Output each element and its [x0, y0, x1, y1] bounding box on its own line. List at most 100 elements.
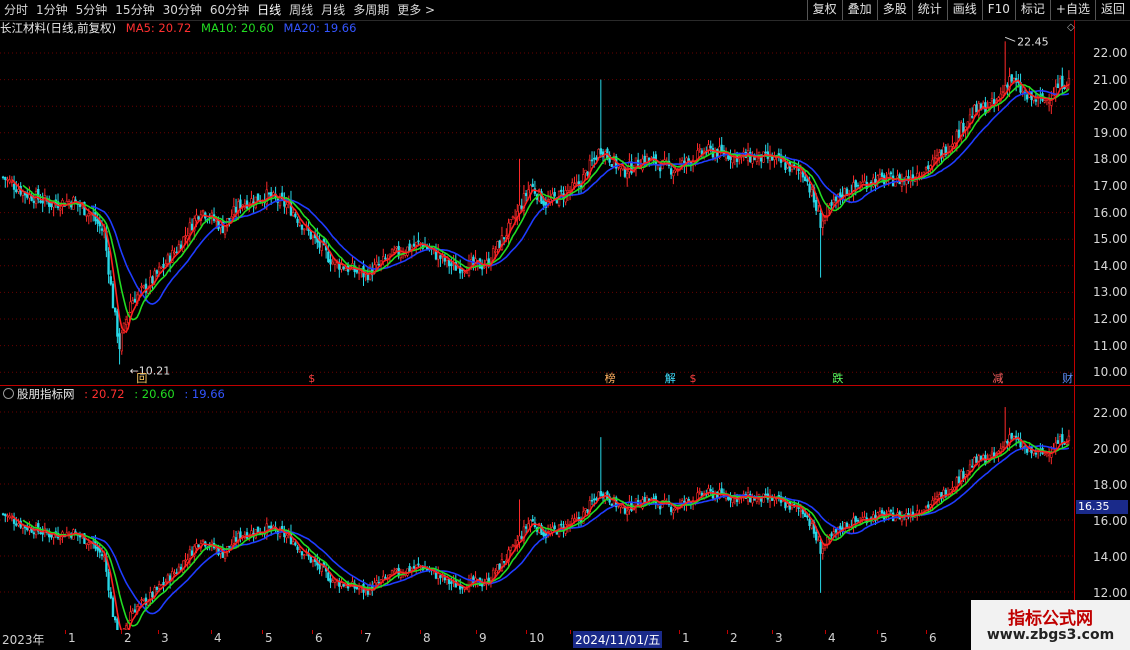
date-tick: [727, 630, 728, 634]
candle: [819, 205, 822, 278]
date-label: 1: [682, 631, 690, 645]
event-marker[interactable]: $: [690, 372, 697, 384]
candle: [810, 521, 813, 530]
tool-button-0[interactable]: 复权: [806, 0, 842, 20]
candle: [12, 512, 16, 531]
candle: [61, 530, 64, 543]
candle: [1050, 446, 1053, 465]
candle: [999, 87, 1002, 103]
candle: [863, 173, 866, 183]
candle: [1056, 74, 1060, 89]
candle: [107, 247, 110, 284]
period-tab-5[interactable]: 60分钟: [206, 0, 253, 20]
candle: [129, 605, 132, 621]
candle: [905, 508, 908, 527]
high-arrow-icon: [1004, 36, 1016, 42]
date-tick: [570, 630, 571, 634]
candle: [716, 148, 719, 163]
candle: [294, 541, 297, 547]
indicator-chart[interactable]: [0, 402, 1074, 630]
candle: [916, 504, 919, 521]
candle: [179, 240, 183, 250]
indicator-settings-icon[interactable]: [3, 388, 14, 399]
ma10-value: MA10: 20.60: [201, 21, 274, 35]
period-tab-7[interactable]: 周线: [285, 0, 317, 20]
period-tab-6[interactable]: 日线: [253, 0, 285, 20]
candle: [511, 543, 515, 548]
collapse-icon[interactable]: ◇: [1067, 22, 1075, 33]
axis-tick: 15.00: [1093, 232, 1128, 247]
period-tab-9[interactable]: 多周期: [349, 0, 393, 20]
candle: [1030, 446, 1033, 459]
date-label: 2024/11/01/五: [573, 631, 663, 648]
candle: [437, 244, 440, 268]
candle: [698, 143, 701, 153]
date-tick: [476, 630, 477, 634]
candle: [267, 191, 271, 198]
candle: [283, 192, 286, 214]
candle: [604, 149, 607, 165]
candle: [375, 254, 378, 269]
candle: [48, 528, 51, 543]
candle: [467, 254, 471, 278]
tool-button-3[interactable]: 统计: [911, 0, 947, 20]
candle: [865, 175, 868, 193]
date-label: 4: [828, 631, 836, 645]
axis-tick: 12.00: [1093, 312, 1128, 326]
tool-button-1[interactable]: 叠加: [841, 0, 877, 20]
candle: [819, 536, 822, 593]
period-tab-4[interactable]: 30分钟: [159, 0, 206, 20]
tool-button-7[interactable]: +自选: [1049, 0, 1095, 20]
candle: [296, 544, 299, 554]
event-marker[interactable]: 回: [136, 372, 147, 384]
candle: [37, 520, 40, 535]
candle: [439, 574, 442, 585]
tool-button-6[interactable]: 标记: [1014, 0, 1050, 20]
date-tick: [420, 630, 421, 634]
period-tab-0[interactable]: 分时: [0, 0, 32, 20]
period-tab-3[interactable]: 15分钟: [111, 0, 158, 20]
tool-button-5[interactable]: F10: [981, 0, 1015, 20]
candle: [324, 563, 328, 578]
event-marker[interactable]: 财: [1062, 371, 1073, 384]
candle: [924, 505, 928, 510]
candle: [160, 266, 163, 270]
candle: [773, 151, 776, 168]
tool-button-8[interactable]: 返回: [1094, 0, 1130, 20]
candle: [41, 526, 44, 542]
event-marker[interactable]: 解: [665, 371, 676, 384]
candle: [619, 505, 622, 514]
date-label: 1: [68, 631, 76, 645]
price-chart[interactable]: 22.45←10.21回 $ 榜解 $ 跌减财: [0, 36, 1074, 384]
candle: [232, 530, 236, 545]
period-tab-2[interactable]: 5分钟: [72, 0, 112, 20]
candle: [916, 165, 919, 186]
tool-button-2[interactable]: 多股: [876, 0, 912, 20]
candle: [615, 153, 618, 175]
candle: [384, 253, 387, 261]
candle: [342, 583, 345, 588]
candle: [793, 499, 796, 508]
candle: [395, 568, 398, 573]
candle: [61, 198, 64, 215]
candle: [302, 554, 306, 560]
event-marker[interactable]: 跌: [832, 371, 843, 384]
event-marker[interactable]: $: [308, 372, 315, 384]
period-tab-8[interactable]: 月线: [317, 0, 349, 20]
period-tab-1[interactable]: 1分钟: [32, 0, 72, 20]
tool-button-4[interactable]: 画线: [946, 0, 982, 20]
candle: [817, 204, 820, 212]
candle: [935, 491, 939, 506]
candle: [454, 253, 457, 271]
candle: [973, 456, 976, 467]
date-tick: [361, 630, 362, 634]
event-marker[interactable]: 减: [992, 372, 1003, 384]
candle: [131, 608, 134, 614]
candle: [151, 275, 154, 290]
event-marker[interactable]: 榜: [605, 371, 616, 384]
candle: [531, 178, 534, 188]
candle: [480, 259, 484, 276]
candle: [907, 508, 910, 520]
date-label: 7: [364, 631, 372, 645]
period-tab-10[interactable]: 更多 >: [393, 0, 439, 20]
